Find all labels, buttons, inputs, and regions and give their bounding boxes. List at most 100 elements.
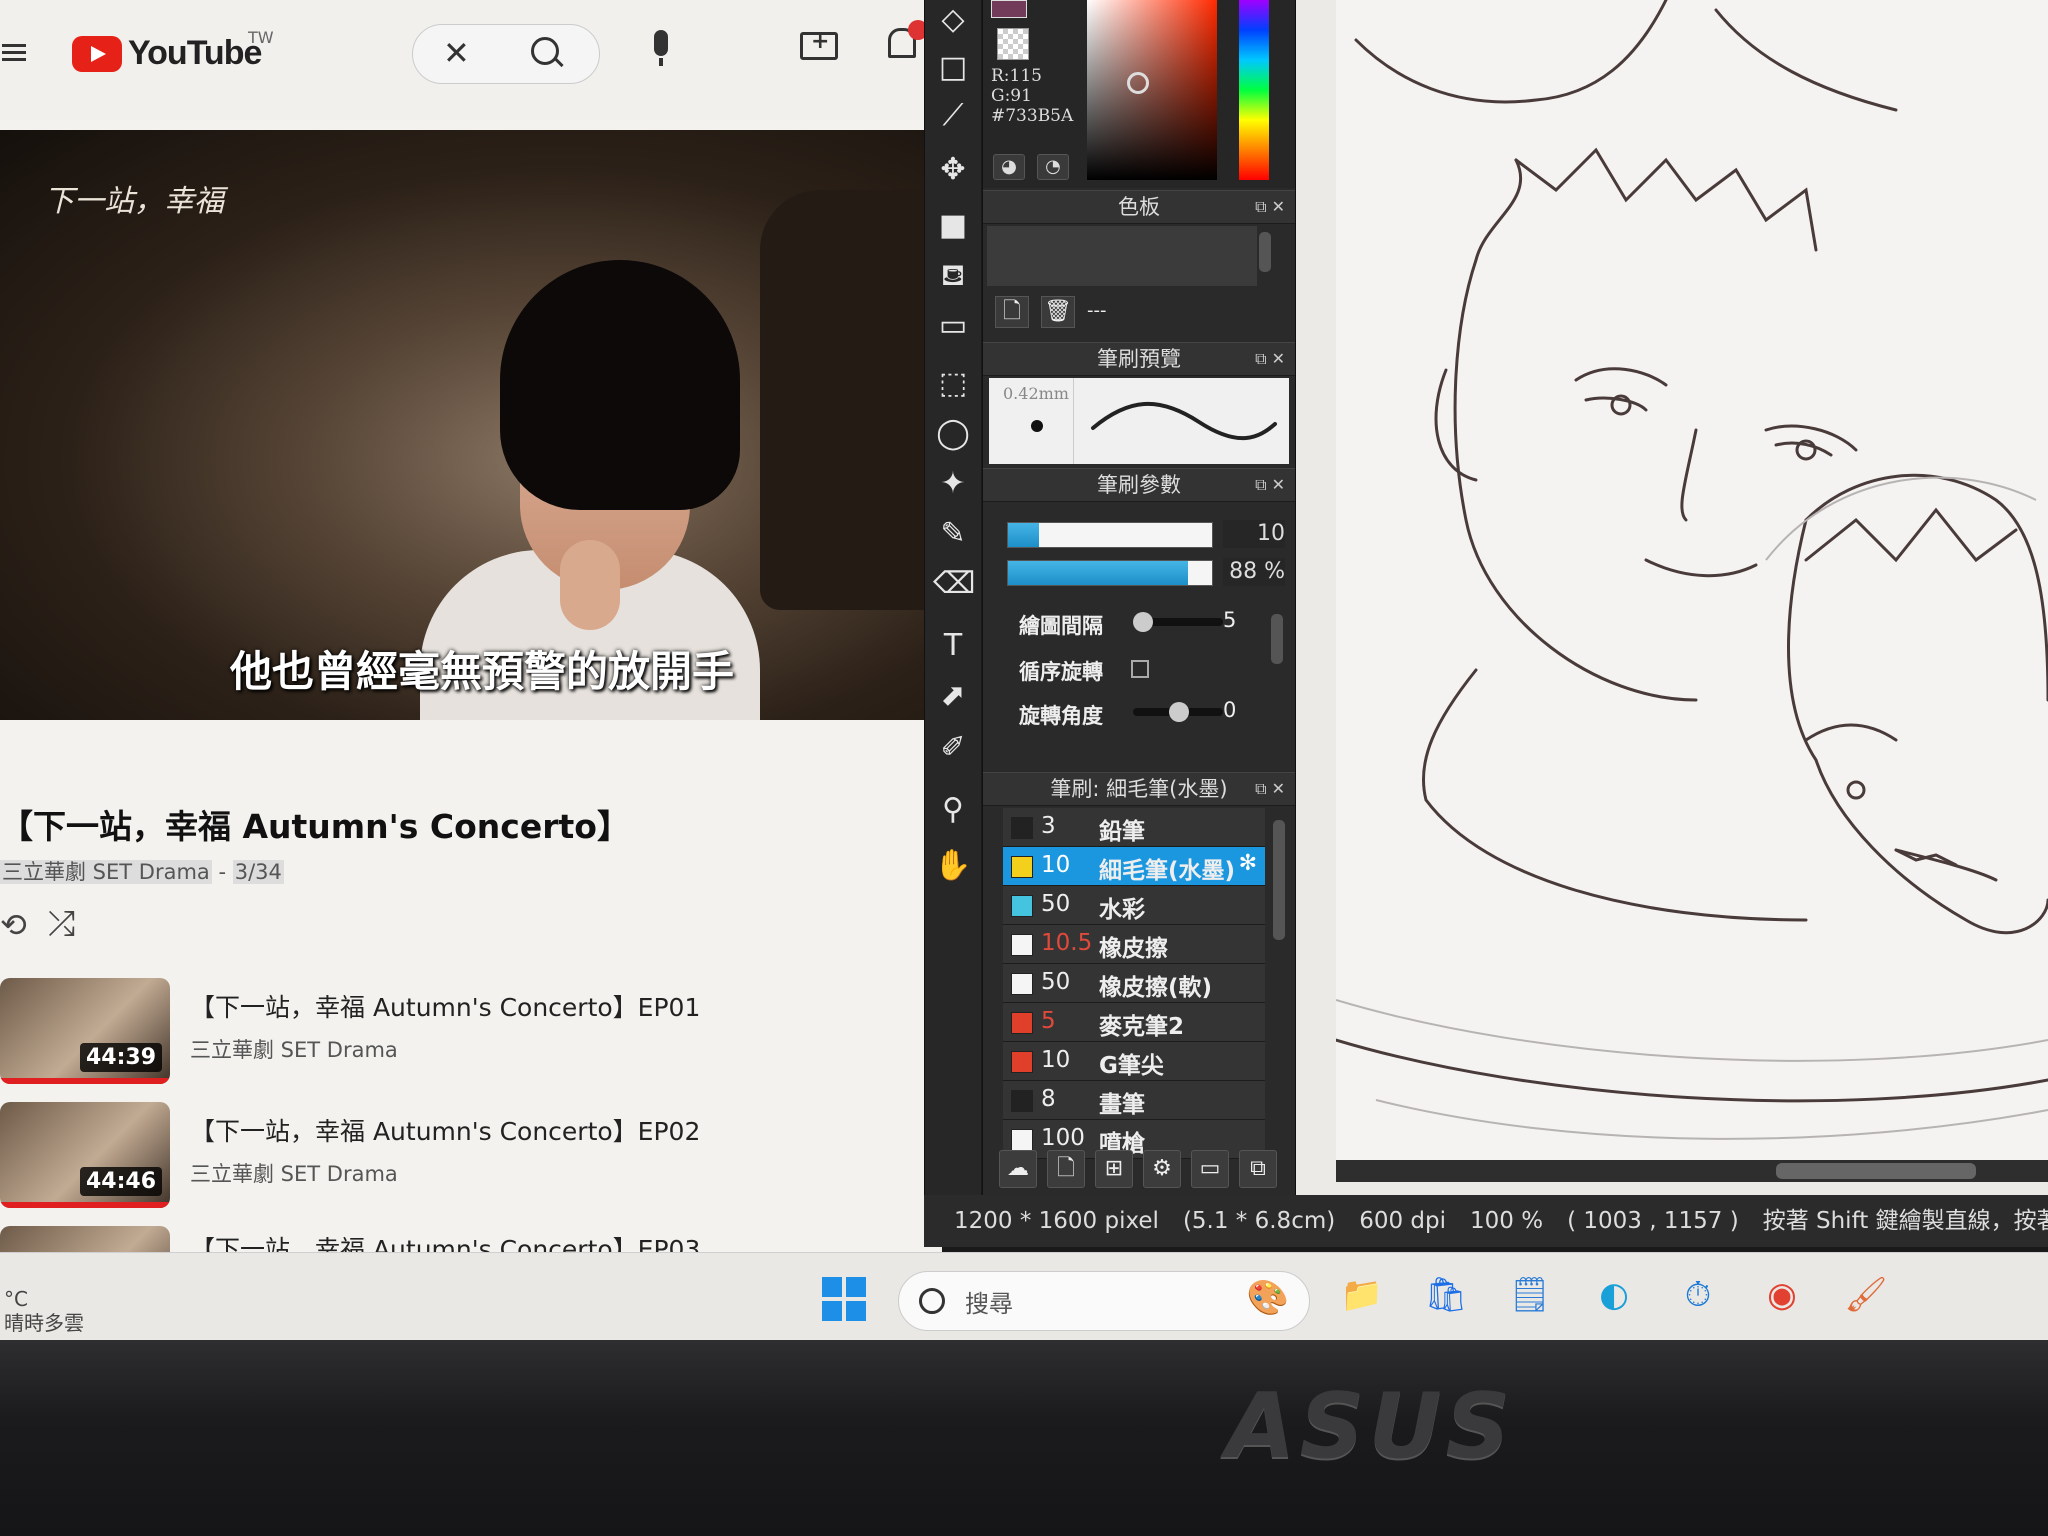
brush-list-item[interactable]: 5 麥克筆2 [1003,1003,1265,1042]
playlist-item-title[interactable]: 【下一站，幸福 Autumn's Concerto】EP02 [190,1112,700,1148]
add-brush-menu-icon[interactable]: ⊞ [1095,1150,1133,1188]
select-pen-tool-icon[interactable]: ✎ [933,514,973,554]
video-thumbnail[interactable]: 44:39 [0,978,170,1084]
duplicate-brush-icon[interactable]: ⧉ [1239,1150,1277,1188]
eyedropper-tool-icon[interactable]: ⚲ [933,790,973,830]
paint-app-icon[interactable]: 🖌 [1838,1267,1894,1323]
panel-float-close-icon[interactable]: ⧉ ✕ [1255,773,1285,805]
brush-list-title: 筆刷: 細毛筆(水墨) [1050,777,1228,801]
panel-float-close-icon[interactable]: ⧉ ✕ [1255,469,1285,501]
playlist-position: 3/34 [232,860,284,884]
bucket-tool-icon[interactable]: ⛾ [933,256,973,296]
brush-cloud-icon[interactable]: ☁ [999,1150,1037,1188]
text-tool-icon[interactable]: T [933,626,973,666]
panel-float-close-icon[interactable]: ⧉ ✕ [1255,343,1285,375]
microsoft-store-icon[interactable]: 🛍 [1418,1267,1474,1323]
angle-slider[interactable] [1133,702,1223,722]
shuffle-icon[interactable]: ⤮ [48,904,75,944]
side-panels: R:115 G:91 #733B5A ◕ ◔ 色板 ⧉ ✕ 🗋 🗑 --- 筆刷… [982,0,1297,1215]
brush-size-slider[interactable] [1007,522,1213,548]
canvas-horizontal-scrollbar[interactable] [1336,1160,2048,1182]
spacing-slider[interactable] [1133,612,1223,632]
brush-params-scrollbar[interactable] [1271,614,1283,664]
canvas-area[interactable] [1296,0,2048,1215]
brush-size-fill [1008,523,1039,547]
pen-tool-icon[interactable]: ✐ [933,728,973,768]
search-icon[interactable] [531,37,559,65]
palette-scrollbar[interactable] [1259,232,1271,272]
search-box[interactable]: ✕ [412,24,600,84]
zoom-level: 100 % [1470,1208,1544,1234]
playlist-item-title[interactable]: 【下一站，幸福 Autumn's Concerto】EP01 [190,988,700,1024]
color-mixer-icon[interactable]: ◔ [1037,154,1069,180]
fill-rect-tool-icon[interactable]: ■ [933,206,973,246]
new-palette-icon[interactable]: 🗋 [995,296,1029,328]
playlist-item[interactable]: 44:46 【下一站，幸福 Autumn's Concerto】EP02 三立華… [0,1102,942,1218]
color-palette-icon[interactable]: ◕ [993,154,1025,180]
brush-list-item[interactable]: 8 畫筆 [1003,1081,1265,1120]
brush-size-value[interactable]: 10 [1223,520,1285,548]
voice-search-icon[interactable] [654,30,668,66]
move-tool-icon[interactable]: ✥ [933,150,973,190]
brush-list-item[interactable]: 50 橡皮擦(軟) [1003,964,1265,1003]
brush-list-item[interactable]: 50 水彩 [1003,886,1265,925]
hand-tool-icon[interactable]: ✋ [933,846,973,886]
rect-select-tool-icon[interactable]: ⬚ [933,364,973,404]
panel-float-close-icon[interactable]: ⧉ ✕ [1255,191,1285,223]
delete-palette-icon[interactable]: 🗑 [1041,296,1075,328]
clear-search-icon[interactable]: ✕ [443,37,470,69]
create-video-icon[interactable] [800,29,838,60]
foreground-color-swatch[interactable] [991,0,1027,18]
color-tool-buttons: ◕ ◔ [993,154,1069,180]
operation-tool-icon[interactable]: ⬈ [933,676,973,716]
video-background-chair [760,190,942,610]
notepad-icon[interactable]: 🗒 [1502,1267,1558,1323]
video-player[interactable]: 下一站，幸福 他也曾經毫無預警的放開手 [0,130,942,720]
square-tool-icon[interactable]: □ [933,48,973,88]
brush-settings-icon[interactable]: ⚙ [1143,1150,1181,1188]
scrollbar-thumb[interactable] [1776,1163,1976,1179]
brush-opacity-value[interactable]: 88 % [1223,558,1285,586]
brush-list-item[interactable]: 10 G筆尖 [1003,1042,1265,1081]
youtube-logo[interactable]: YouTube [72,34,262,73]
chrome-browser-icon[interactable]: ◉ [1754,1267,1810,1323]
video-thumbnail[interactable]: 44:46 [0,1102,170,1208]
saturation-value-picker[interactable] [1087,0,1217,180]
playlist-title[interactable]: 【下一站，幸福 Autumn's Concerto】 [0,800,630,848]
edge-browser-icon[interactable]: ◐ [1586,1267,1642,1323]
magic-wand-tool-icon[interactable]: ✦ [933,464,973,504]
spacing-slider-knob[interactable] [1133,612,1153,632]
gradient-tool-icon[interactable]: ▭ [933,306,973,346]
clock-app-icon[interactable]: ⏱ [1670,1267,1726,1323]
playlist-channel[interactable]: 三立華劇 SET Drama [0,860,212,884]
start-button-icon[interactable] [822,1277,866,1321]
angle-slider-knob[interactable] [1169,702,1189,722]
hue-slider[interactable] [1239,0,1269,180]
rotate-checkbox[interactable] [1131,660,1149,678]
youtube-header: YouTube TW ✕ [0,0,942,120]
palette-swatches-area[interactable] [987,226,1257,286]
eraser-tool-icon[interactable]: ◇ [933,0,973,40]
line-tool-icon[interactable]: ⟋ [933,96,973,136]
brush-size: 10 [1041,852,1071,878]
brush-opacity-slider[interactable] [1007,560,1213,586]
new-brush-icon[interactable]: 🗋 [1047,1150,1085,1188]
file-explorer-icon[interactable]: 📁 [1334,1267,1390,1323]
playlist-item[interactable]: 44:39 【下一站，幸福 Autumn's Concerto】EP01 三立華… [0,978,942,1094]
cursor-coordinates: ( 1003 , 1157 ) [1567,1208,1739,1234]
select-eraser-tool-icon[interactable]: ⌫ [933,564,975,604]
brush-list-item[interactable]: 10.5 橡皮擦 [1003,925,1265,964]
brush-settings-gear-icon[interactable]: ✻ [1239,851,1257,876]
weather-widget[interactable]: °C 晴時多雲 [4,1287,84,1335]
transparent-color-swatch[interactable] [997,28,1029,60]
brush-size: 5 [1041,1008,1056,1034]
loop-playlist-icon[interactable]: ⟲ [0,906,27,944]
brush-list-scrollbar[interactable] [1273,820,1285,940]
brush-folder-icon[interactable]: ▭ [1191,1150,1229,1188]
menu-icon[interactable] [2,40,26,64]
brush-list-item[interactable]: 3 鉛筆 [1003,808,1265,847]
drawing-canvas[interactable] [1334,0,2048,1160]
brush-list-item[interactable]: 10 細毛筆(水墨) ✻ [1003,847,1265,886]
lasso-tool-icon[interactable]: ◯ [933,414,973,454]
taskbar-search[interactable]: 搜尋 🎨 [898,1271,1310,1331]
